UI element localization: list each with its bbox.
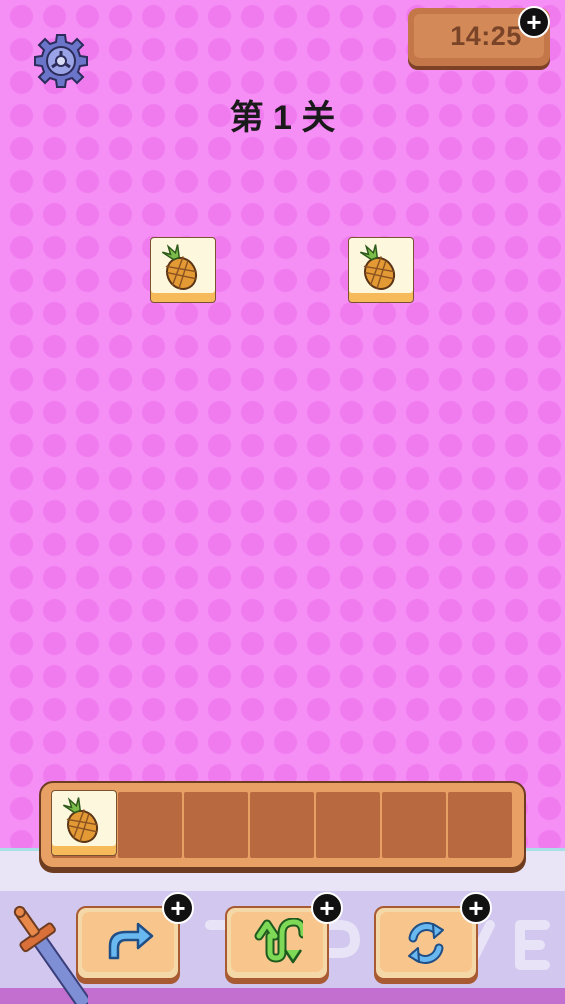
board-tile[interactable] <box>348 237 414 303</box>
add-shuffle-button[interactable]: + <box>460 892 492 924</box>
undo-arrow-icon <box>108 922 154 960</box>
tray-slot <box>448 792 512 858</box>
gear-icon <box>34 34 88 88</box>
tray-slot <box>184 792 248 858</box>
board-tile[interactable] <box>150 237 216 303</box>
plus-icon: + <box>526 7 542 37</box>
swap-arrows-icon <box>254 918 303 964</box>
pineapple-icon <box>161 244 198 290</box>
tray-tile <box>51 790 117 856</box>
plus-icon: + <box>468 893 484 923</box>
tray-slot <box>316 792 380 858</box>
pineapple-icon <box>359 244 396 290</box>
tray-slot <box>382 792 446 858</box>
tray-slot <box>250 792 314 858</box>
pineapple-icon <box>62 797 99 843</box>
add-time-button[interactable]: + <box>518 6 550 38</box>
shuffle-refresh-icon <box>408 922 444 964</box>
tray-slot <box>118 792 182 858</box>
add-undo-button[interactable]: + <box>162 892 194 924</box>
add-swap-button[interactable]: + <box>311 892 343 924</box>
level-title: 第 1 关 <box>229 99 336 137</box>
timer-text: 14:25 <box>450 20 522 51</box>
settings-button[interactable] <box>32 32 90 90</box>
plus-icon: + <box>319 893 335 923</box>
plus-icon: + <box>170 893 186 923</box>
